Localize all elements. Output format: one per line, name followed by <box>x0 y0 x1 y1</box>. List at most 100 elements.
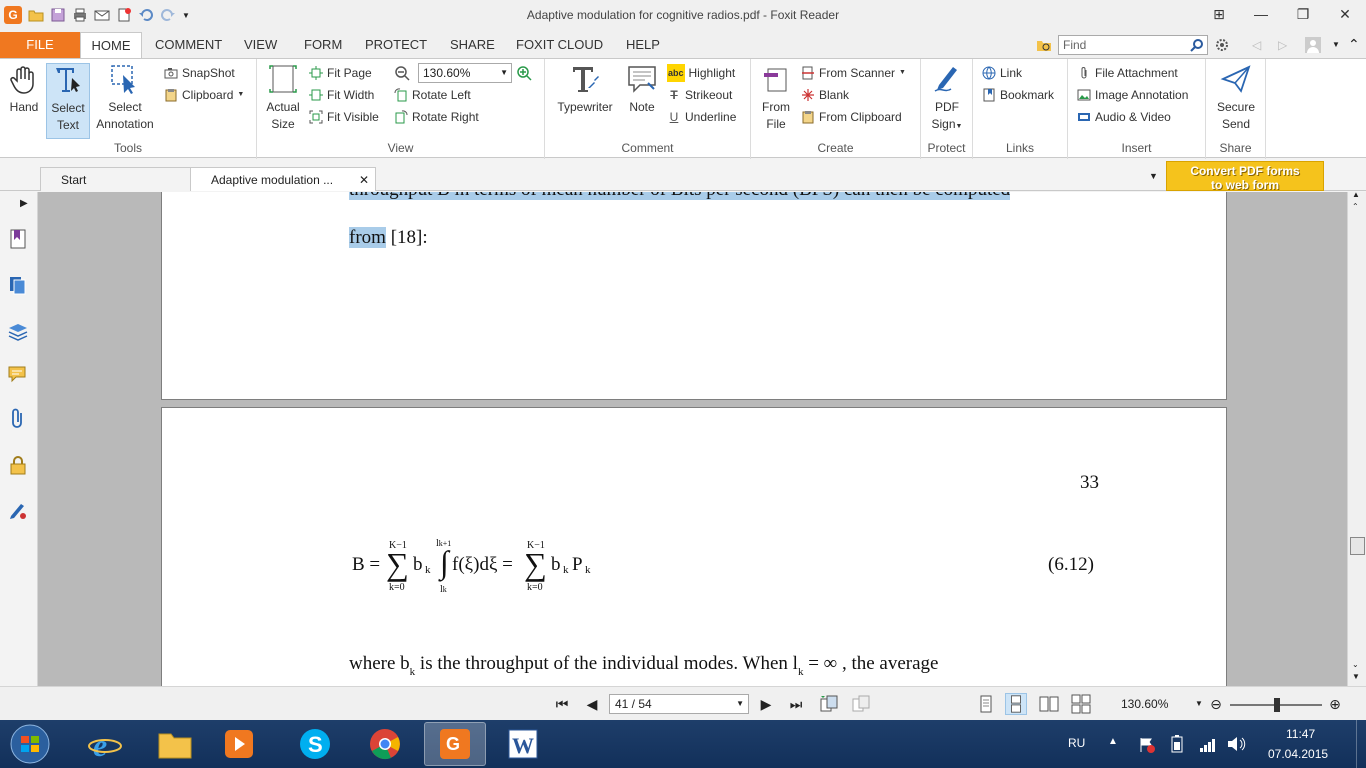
from-scanner-button[interactable]: From Scanner ▼ <box>801 64 906 82</box>
zoom-status-dropdown-icon[interactable]: ▼ <box>1195 699 1203 708</box>
tab-list-dropdown-icon[interactable]: ▼ <box>1149 171 1158 181</box>
hand-tool-button[interactable]: Hand <box>4 63 44 116</box>
zoom-slider[interactable] <box>1230 698 1322 712</box>
pdf-sign-button[interactable]: PDF Sign▼ <box>927 63 967 135</box>
search-folder-icon[interactable] <box>1036 37 1052 53</box>
taskbar-internet-explorer[interactable]: e <box>74 722 136 766</box>
underline-button[interactable]: U Underline <box>667 108 737 126</box>
taskbar-word[interactable]: W <box>492 722 554 766</box>
tab-share[interactable]: SHARE <box>440 32 505 58</box>
next-view-icon[interactable] <box>850 693 872 715</box>
select-annotation-button[interactable]: Select Annotation <box>92 63 158 133</box>
tab-document[interactable]: Adaptive modulation ... ✕ <box>190 167 376 191</box>
strikeout-button[interactable]: T Strikeout <box>667 86 732 104</box>
from-clipboard-button[interactable]: From Clipboard <box>801 108 902 126</box>
scroll-page-down-icon[interactable]: ⌄ <box>1352 660 1359 669</box>
tab-foxit-cloud[interactable]: FOXIT CLOUD <box>506 32 613 58</box>
zoom-out-status-icon[interactable]: ⊖ <box>1205 693 1227 715</box>
tab-view[interactable]: VIEW <box>234 32 287 58</box>
highlight-button[interactable]: abc Highlight <box>667 64 735 82</box>
scroll-up-icon[interactable]: ▲ <box>1352 190 1360 199</box>
bookmarks-panel-icon[interactable] <box>7 228 29 250</box>
ribbon-display-icon[interactable]: ⊞ <box>1198 0 1240 28</box>
secure-send-button[interactable]: Secure Send <box>1212 63 1260 133</box>
fit-visible-button[interactable]: Fit Visible <box>309 108 379 126</box>
settings-gear-icon[interactable] <box>1214 37 1230 53</box>
volume-icon[interactable] <box>1226 735 1246 753</box>
collapse-ribbon-icon[interactable]: ⌃ <box>1348 36 1360 53</box>
taskbar-media-player[interactable] <box>208 722 270 766</box>
page-text-line[interactable]: from [18]: <box>349 227 428 249</box>
continuous-page-icon[interactable] <box>1005 693 1027 715</box>
audio-video-button[interactable]: Audio & Video <box>1077 108 1171 126</box>
typewriter-button[interactable]: Typewriter <box>551 63 619 116</box>
taskbar-skype[interactable]: S <box>284 722 346 766</box>
zoom-in-icon[interactable] <box>516 65 532 81</box>
single-page-icon[interactable] <box>975 693 997 715</box>
image-annotation-button[interactable]: Image Annotation <box>1077 86 1188 104</box>
comments-panel-icon[interactable] <box>7 364 29 386</box>
language-indicator[interactable]: RU <box>1068 736 1085 750</box>
network-signal-icon[interactable] <box>1198 736 1216 754</box>
taskbar-foxit-reader[interactable]: G <box>424 722 486 766</box>
scroll-down-icon[interactable]: ▼ <box>1352 672 1360 681</box>
fit-page-button[interactable]: Fit Page <box>309 64 372 82</box>
windows-start-icon[interactable] <box>8 723 52 765</box>
show-hidden-icons[interactable]: ▲ <box>1108 736 1118 747</box>
layers-panel-icon[interactable] <box>7 320 29 342</box>
next-page-icon[interactable]: ▶ <box>755 693 777 715</box>
find-next-icon[interactable]: ▷ <box>1278 38 1287 52</box>
last-page-icon[interactable]: ⏭ <box>785 693 807 715</box>
from-file-button[interactable]: From File <box>757 63 795 133</box>
zoom-in-status-icon[interactable]: ⊕ <box>1324 693 1346 715</box>
document-viewer[interactable]: throughput B in terms of mean number of … <box>38 192 1347 686</box>
snapshot-button[interactable]: SnapShot <box>164 64 235 82</box>
link-button[interactable]: Link <box>982 64 1022 82</box>
tab-comment[interactable]: COMMENT <box>145 32 232 58</box>
tab-file[interactable]: FILE <box>0 32 80 58</box>
restore-button[interactable]: ❐ <box>1282 0 1324 28</box>
tab-start[interactable]: Start <box>40 167 192 191</box>
select-text-button[interactable]: Select Text <box>46 63 90 139</box>
tab-form[interactable]: FORM <box>294 32 352 58</box>
previous-page-icon[interactable]: ◀ <box>581 693 603 715</box>
attachments-panel-icon[interactable] <box>7 408 29 430</box>
user-account-icon[interactable] <box>1304 36 1322 54</box>
clock-date[interactable]: 07.04.2015 <box>1268 747 1328 761</box>
expand-panel-icon[interactable]: ▶ <box>20 198 28 209</box>
bookmark-button[interactable]: Bookmark <box>982 86 1054 104</box>
find-input[interactable]: Find <box>1058 35 1208 55</box>
account-dropdown-icon[interactable]: ▼ <box>1332 40 1340 49</box>
first-page-icon[interactable]: ⏮ <box>551 693 573 715</box>
fit-width-button[interactable]: Fit Width <box>309 86 374 104</box>
rotate-right-button[interactable]: Rotate Right <box>394 108 479 126</box>
tab-protect[interactable]: PROTECT <box>355 32 437 58</box>
scrollbar-thumb[interactable] <box>1350 537 1365 555</box>
tab-home[interactable]: HOME <box>80 32 142 58</box>
page-text-line[interactable]: throughput B in terms of mean number of … <box>349 192 1011 201</box>
show-desktop-button[interactable] <box>1356 720 1366 768</box>
vertical-scrollbar[interactable]: ▲ ⌃ ⌄ ▼ <box>1347 190 1366 686</box>
zoom-level-select[interactable]: 130.60% ▼ <box>418 63 512 83</box>
actual-size-button[interactable]: Actual Size <box>261 63 305 133</box>
signatures-panel-icon[interactable] <box>7 500 29 522</box>
equation[interactable]: B = K−1 ∑ k=0 b k lk+1 ∫ lk f(ξ)dξ = K−1… <box>352 536 612 600</box>
scroll-page-up-icon[interactable]: ⌃ <box>1352 202 1359 211</box>
battery-icon[interactable] <box>1168 734 1186 754</box>
file-attachment-button[interactable]: File Attachment <box>1077 64 1178 82</box>
minimize-button[interactable]: — <box>1240 0 1282 28</box>
facing-pages-icon[interactable] <box>1038 693 1060 715</box>
tab-help[interactable]: HELP <box>616 32 670 58</box>
rotate-left-button[interactable]: Rotate Left <box>394 86 471 104</box>
continuous-facing-icon[interactable] <box>1070 693 1092 715</box>
security-panel-icon[interactable] <box>7 454 29 476</box>
clipboard-button[interactable]: Clipboard ▼ <box>164 86 244 104</box>
zoom-out-icon[interactable] <box>394 65 410 81</box>
zoom-level-display[interactable]: 130.60% <box>1121 697 1168 711</box>
search-icon[interactable] <box>1190 38 1204 52</box>
taskbar-file-explorer[interactable] <box>144 722 206 766</box>
close-button[interactable]: ✕ <box>1324 0 1366 28</box>
taskbar-chrome[interactable] <box>354 722 416 766</box>
zoom-slider-knob[interactable] <box>1274 698 1280 712</box>
previous-view-icon[interactable] <box>818 693 840 715</box>
